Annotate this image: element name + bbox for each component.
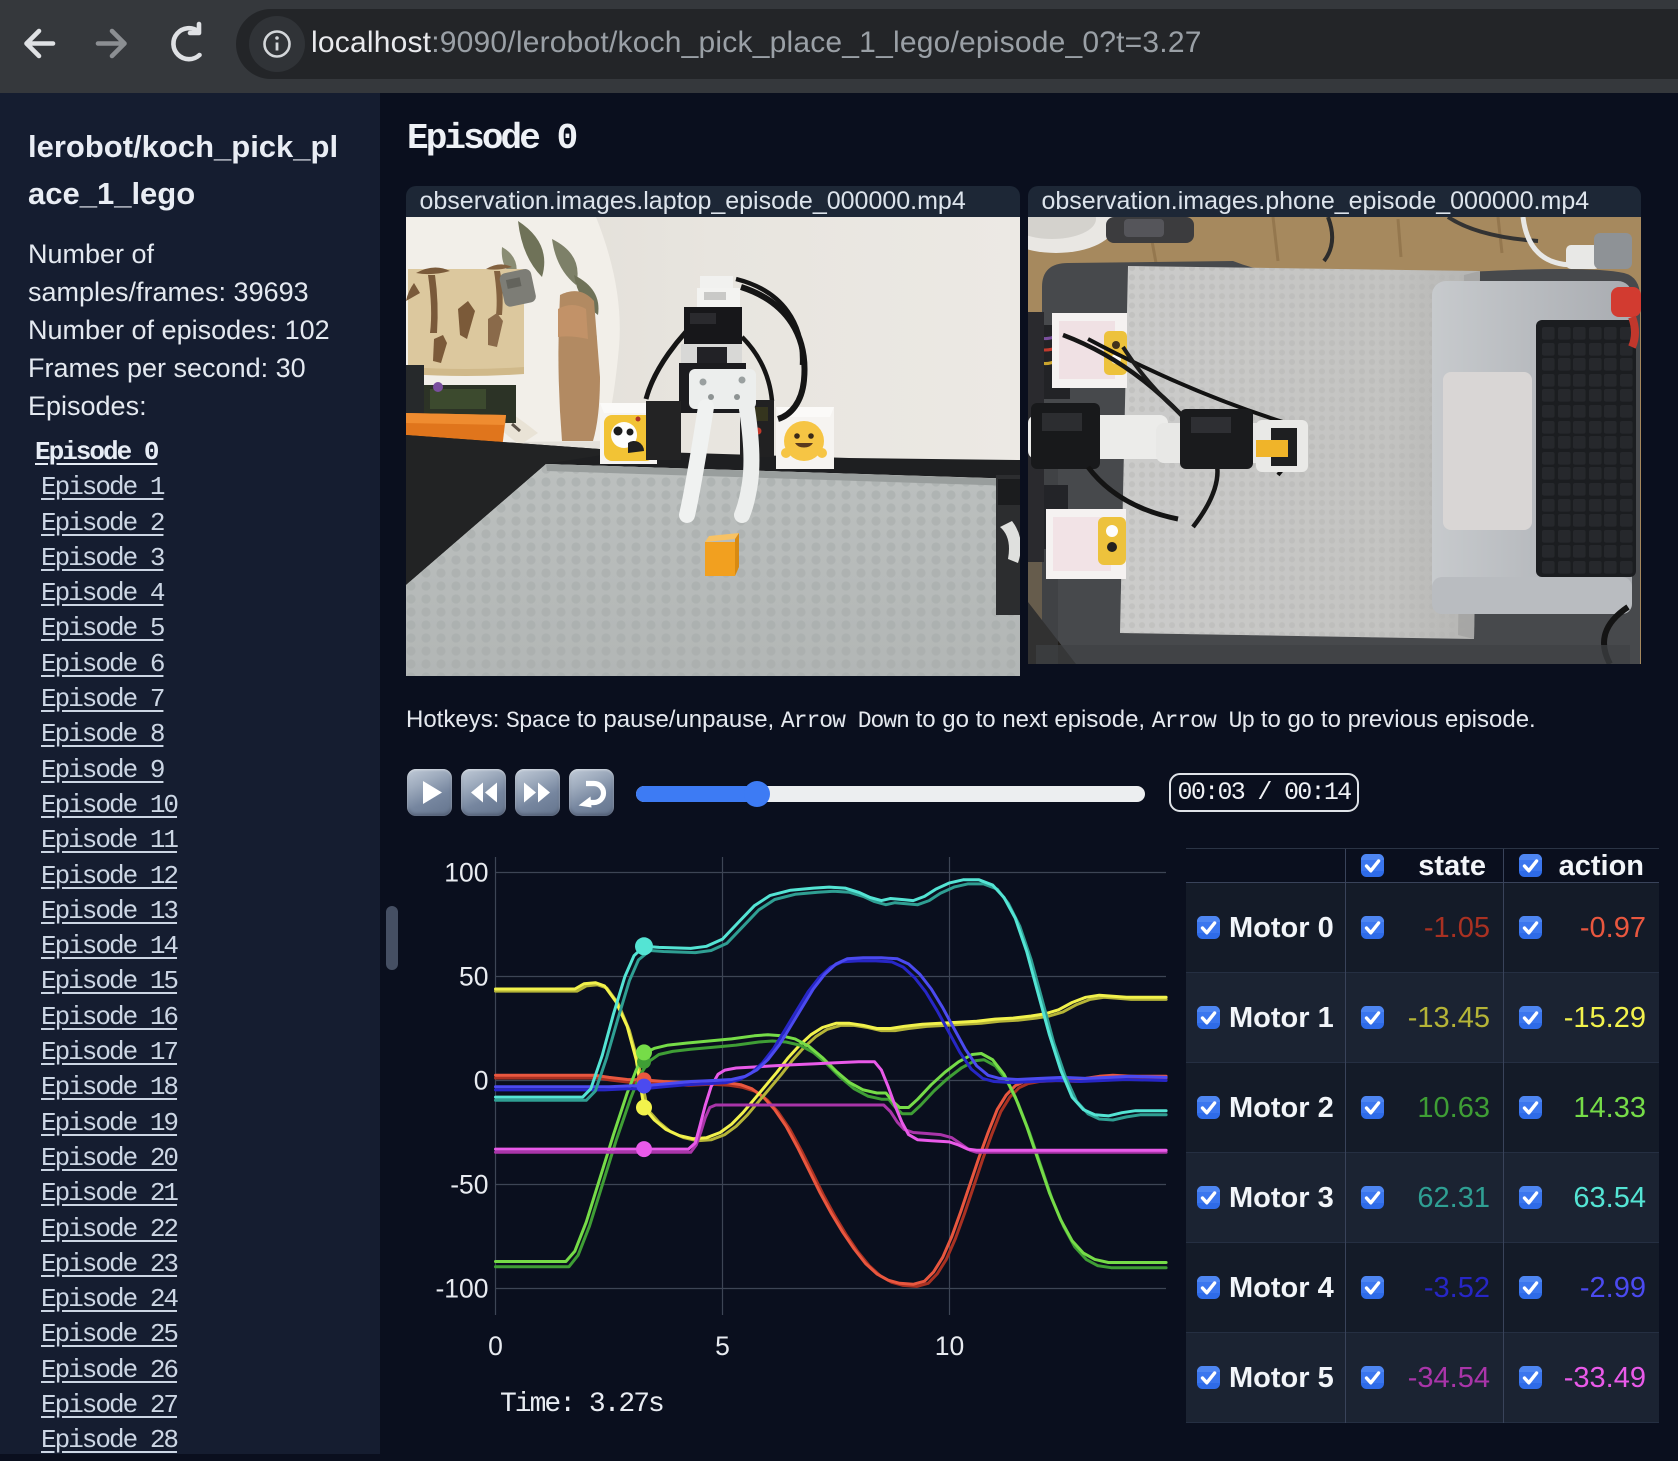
svg-text:-100: -100 <box>435 1274 488 1304</box>
svg-text:5: 5 <box>715 1331 730 1361</box>
svg-text:100: 100 <box>444 858 488 888</box>
svg-text:-50: -50 <box>450 1170 488 1200</box>
svg-text:10: 10 <box>935 1331 964 1361</box>
svg-text:0: 0 <box>474 1066 489 1096</box>
svg-text:0: 0 <box>488 1331 503 1361</box>
svg-text:50: 50 <box>459 962 488 992</box>
